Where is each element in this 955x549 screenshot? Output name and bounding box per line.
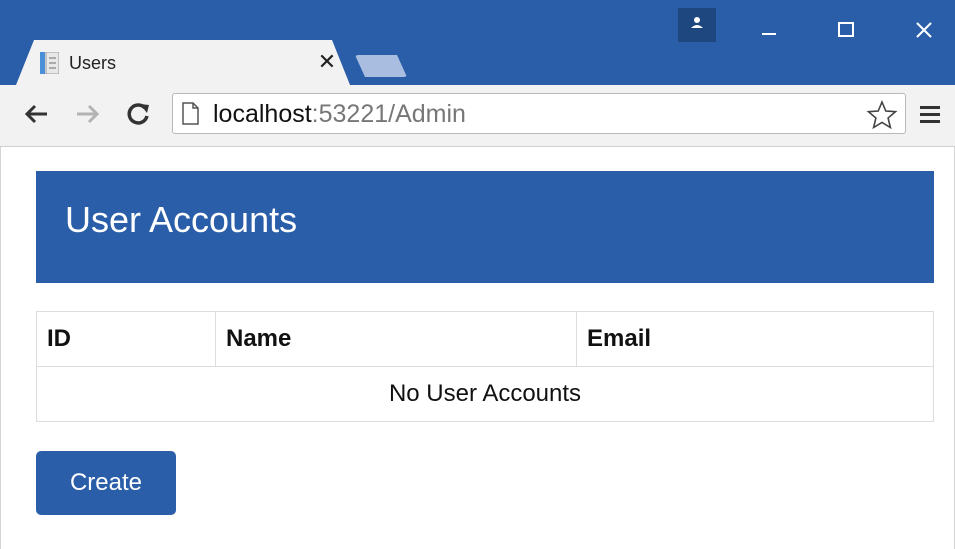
url-path: :53221/Admin bbox=[311, 100, 466, 128]
close-window-button[interactable] bbox=[899, 12, 949, 46]
tab-users[interactable] bbox=[16, 40, 350, 85]
url-host: localhost bbox=[213, 100, 312, 128]
tab-title: Users bbox=[69, 53, 117, 73]
create-button[interactable]: Create bbox=[36, 451, 176, 515]
table-row: No User Accounts bbox=[36, 366, 934, 422]
profile-button[interactable] bbox=[678, 8, 716, 42]
users-table: ID Name Email No User Accounts bbox=[36, 311, 934, 422]
minimize-button[interactable] bbox=[744, 12, 794, 46]
menu-icon[interactable] bbox=[918, 102, 942, 128]
empty-message: No User Accounts bbox=[36, 366, 934, 422]
close-icon bbox=[916, 22, 932, 38]
column-header-id: ID bbox=[36, 311, 216, 367]
forward-button[interactable] bbox=[72, 97, 102, 131]
page-title: User Accounts bbox=[65, 199, 298, 240]
page-favicon-icon bbox=[40, 52, 59, 74]
star-icon[interactable] bbox=[866, 99, 898, 131]
page-icon bbox=[182, 102, 199, 125]
profile-icon bbox=[691, 17, 703, 28]
maximize-button[interactable] bbox=[821, 12, 871, 46]
table-header-row: ID Name Email bbox=[36, 311, 934, 367]
forward-arrow-icon bbox=[77, 104, 100, 124]
url-text[interactable]: localhost:53221/Admin bbox=[213, 99, 466, 129]
reload-button[interactable] bbox=[123, 97, 153, 131]
column-header-email: Email bbox=[576, 311, 934, 367]
back-button[interactable] bbox=[22, 97, 52, 131]
reload-icon bbox=[127, 103, 149, 125]
back-arrow-icon bbox=[24, 104, 47, 124]
maximize-icon bbox=[838, 22, 854, 37]
minimize-icon bbox=[762, 33, 776, 35]
tab-close-icon[interactable]: ✕ bbox=[316, 50, 338, 74]
column-header-name: Name bbox=[215, 311, 577, 367]
